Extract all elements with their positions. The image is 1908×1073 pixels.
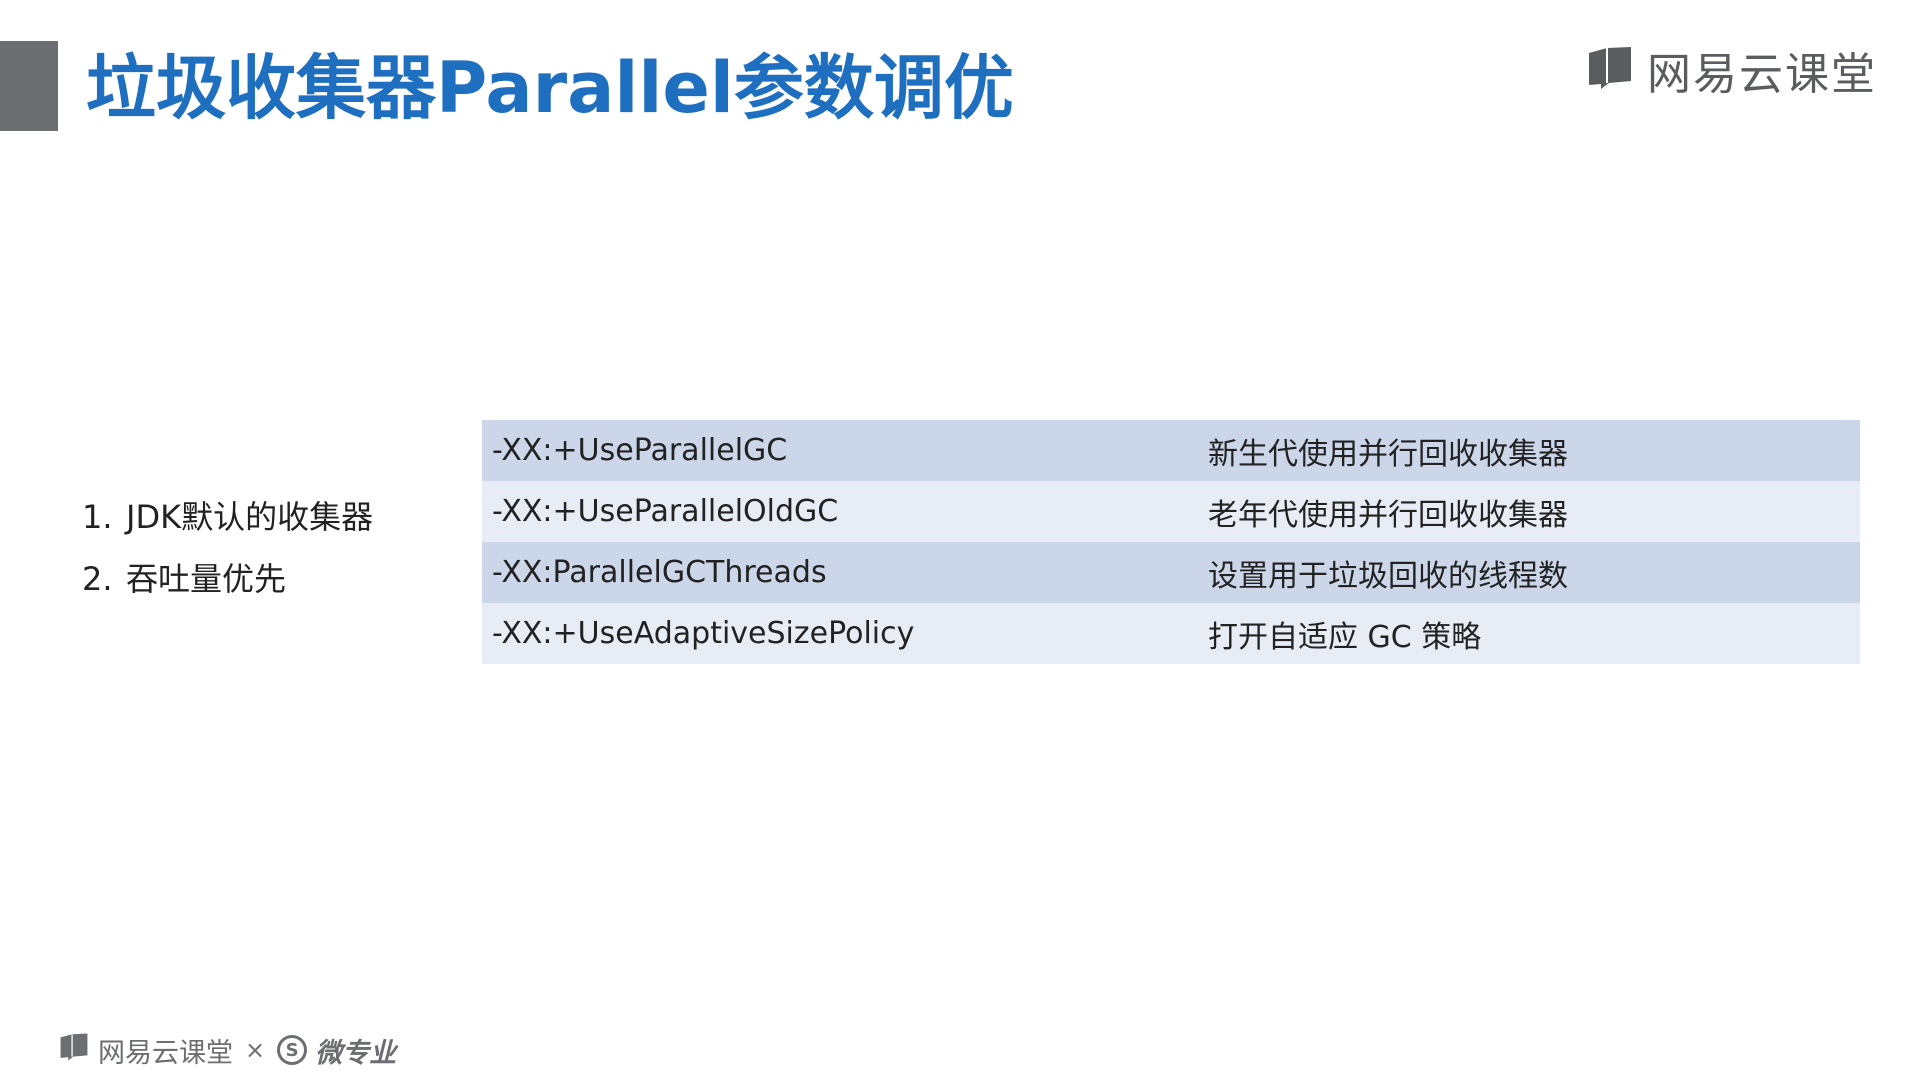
slide: 垃圾收集器Parallel参数调优 网易云课堂 1. JDK默认的收集器 2. 吞吐…	[0, 0, 1908, 1073]
table-row: -XX:+UseParallelGC 新生代使用并行回收收集器	[482, 420, 1860, 481]
s-logo-icon: S	[277, 1035, 308, 1065]
table-row: -XX:+UseAdaptiveSizePolicy 打开自适应 GC 策略	[482, 603, 1860, 664]
bullet-number: 1.	[82, 498, 113, 536]
param-description: 老年代使用并行回收收集器	[1208, 497, 1568, 533]
param-description: 新生代使用并行回收收集器	[1208, 436, 1568, 472]
param-option: -XX:+UseParallelOldGC	[492, 494, 839, 529]
list-item: 2. 吞吐量优先	[82, 548, 373, 610]
bullet-text: JDK默认的收集器	[126, 498, 374, 536]
table-row: -XX:ParallelGCThreads 设置用于垃圾回收的线程数	[482, 542, 1860, 603]
param-option: -XX:+UseParallelGC	[492, 433, 788, 468]
table-row: -XX:+UseParallelOldGC 老年代使用并行回收收集器	[482, 481, 1860, 542]
footer-brand-name: 网易云课堂	[98, 1037, 233, 1069]
slide-title: 垃圾收集器Parallel参数调优	[86, 47, 1014, 129]
bullet-text: 吞吐量优先	[126, 560, 287, 598]
brand-logo-top: 网易云课堂	[1585, 40, 1877, 100]
footer-brand: 网易云课堂 × S 微专业	[58, 1030, 396, 1070]
param-description: 设置用于垃圾回收的线程数	[1208, 558, 1568, 594]
brand-name: 网易云课堂	[1647, 49, 1877, 100]
bullet-list: 1. JDK默认的收集器 2. 吞吐量优先	[82, 486, 373, 610]
parameter-table: -XX:+UseParallelGC 新生代使用并行回收收集器 -XX:+Use…	[482, 420, 1860, 664]
param-option: -XX:ParallelGCThreads	[492, 555, 827, 590]
title-accent-block	[0, 41, 58, 131]
list-item: 1. JDK默认的收集器	[82, 486, 373, 548]
book-icon	[1585, 43, 1635, 97]
micro-major-label: 微专业	[315, 1037, 397, 1069]
times-sign: ×	[245, 1036, 266, 1064]
bullet-number: 2.	[82, 560, 113, 598]
book-icon	[58, 1031, 90, 1070]
param-option: -XX:+UseAdaptiveSizePolicy	[492, 616, 915, 651]
param-description: 打开自适应 GC 策略	[1208, 619, 1482, 655]
